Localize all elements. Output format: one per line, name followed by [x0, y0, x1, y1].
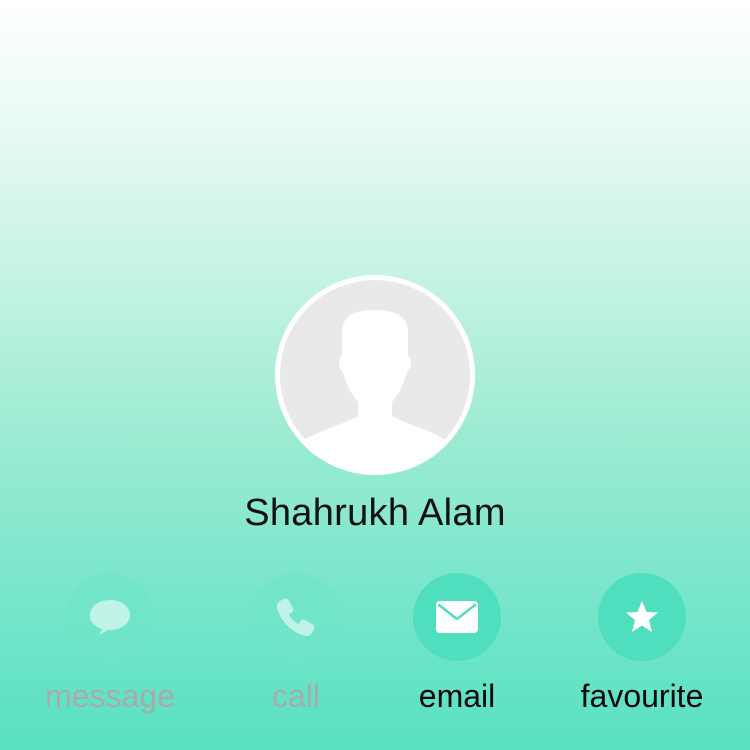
message-action[interactable]: message [20, 572, 200, 722]
call-action[interactable]: call [206, 572, 386, 722]
message-label: message [45, 678, 175, 714]
contact-avatar[interactable] [275, 275, 475, 475]
favourite-button[interactable] [598, 573, 686, 661]
favourite-label: favourite [580, 678, 704, 714]
star-icon [626, 601, 658, 632]
envelope-icon [436, 601, 478, 633]
message-button[interactable] [66, 573, 154, 661]
email-button[interactable] [413, 573, 501, 661]
phone-icon [276, 598, 315, 637]
email-label: email [418, 678, 496, 714]
call-label: call [271, 678, 320, 714]
contact-name: Shahrukh Alam [244, 492, 506, 534]
call-button[interactable] [252, 573, 340, 661]
avatar-placeholder [280, 280, 470, 470]
person-silhouette-icon [296, 310, 454, 470]
favourite-action[interactable]: favourite [552, 572, 732, 722]
message-bubble-icon [90, 600, 130, 635]
email-action[interactable]: email [367, 572, 547, 722]
